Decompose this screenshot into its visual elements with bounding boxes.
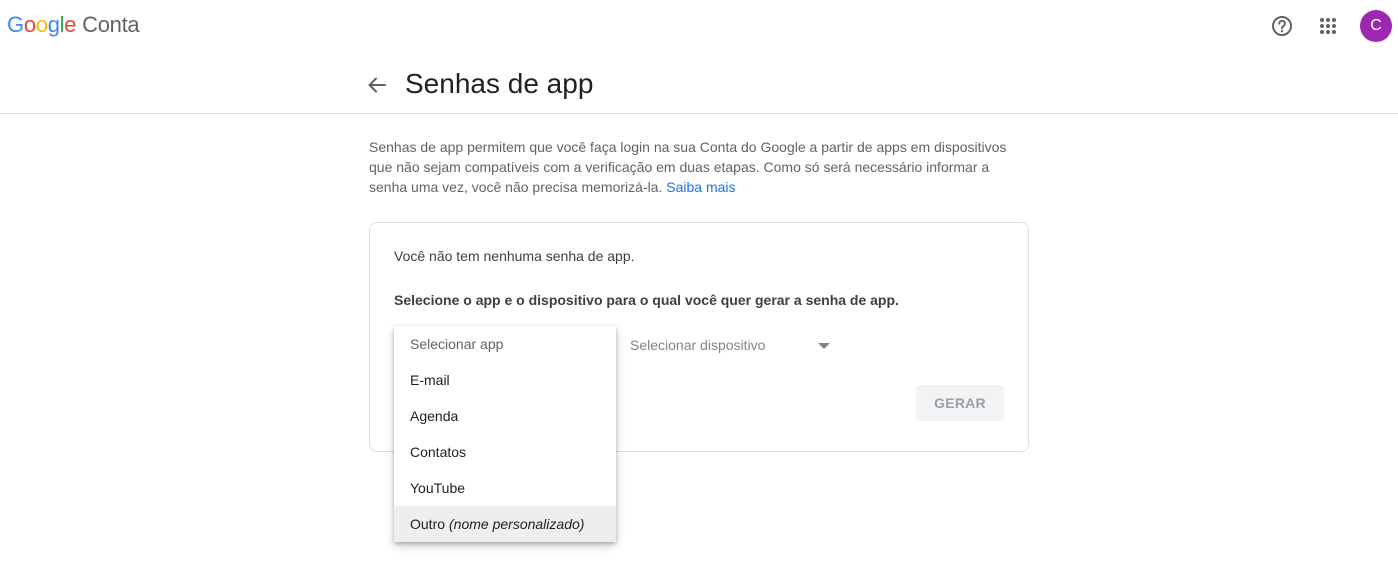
page-header: Senhas de app: [0, 54, 1398, 114]
dropdown-arrow-icon: [818, 343, 830, 349]
app-select-menu[interactable]: Selecionar app E-mail Agenda Contatos Yo…: [394, 326, 616, 542]
avatar[interactable]: C: [1360, 10, 1392, 42]
apps-grid-icon[interactable]: [1316, 14, 1340, 38]
logo-letter: G: [7, 12, 24, 37]
logo-letter: e: [64, 12, 77, 37]
device-select[interactable]: Selecionar dispositivo: [630, 330, 832, 358]
menu-item-agenda[interactable]: Agenda: [394, 398, 616, 434]
help-icon[interactable]: [1270, 14, 1294, 38]
menu-item-contatos[interactable]: Contatos: [394, 434, 616, 470]
menu-item-outro[interactable]: Outro (nome personalizado): [394, 506, 616, 542]
menu-item-note: (nome personalizado): [449, 516, 585, 532]
top-bar: Google Conta C: [0, 0, 1398, 54]
instruction-text: Selecione o app e o dispositivo para o q…: [394, 292, 899, 308]
device-select-label: Selecionar dispositivo: [630, 337, 766, 353]
intro-paragraph: Senhas de app permitem que você faça log…: [369, 137, 1029, 197]
generate-button[interactable]: GERAR: [916, 385, 1004, 421]
logo-letter: o: [35, 12, 48, 37]
empty-state-message: Você não tem nenhuma senha de app.: [394, 248, 635, 264]
product-name: Conta: [82, 12, 140, 37]
menu-item-email[interactable]: E-mail: [394, 362, 616, 398]
learn-more-link[interactable]: Saiba mais: [666, 179, 735, 195]
page-title: Senhas de app: [405, 68, 594, 99]
arrow-back-icon[interactable]: [366, 74, 388, 96]
logo-letter: o: [23, 12, 36, 37]
google-account-logo[interactable]: Google Conta: [7, 12, 140, 38]
menu-item-youtube[interactable]: YouTube: [394, 470, 616, 506]
menu-item-select-app[interactable]: Selecionar app: [394, 326, 616, 362]
logo-letter: g: [47, 12, 60, 37]
menu-item-label: Outro: [410, 516, 446, 532]
